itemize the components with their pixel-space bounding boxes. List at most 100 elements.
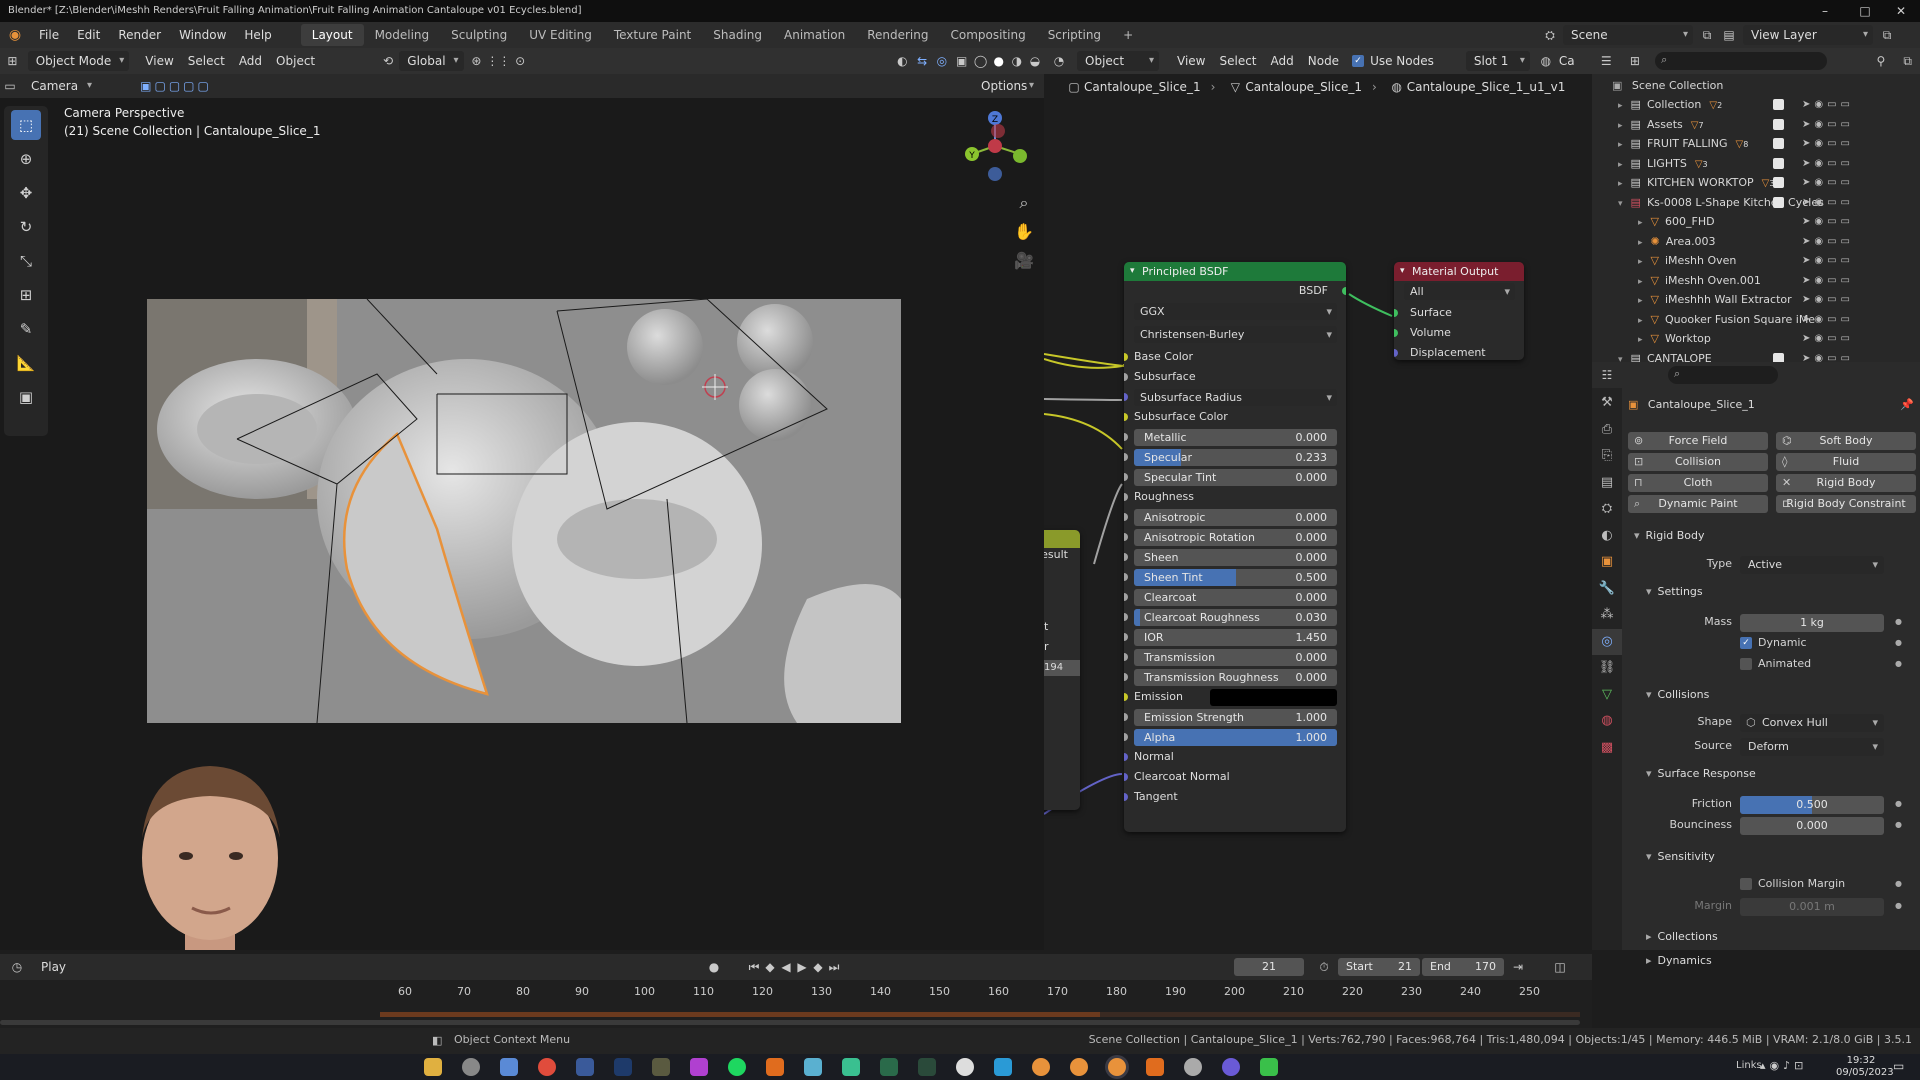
exclude-checkbox[interactable] bbox=[1773, 196, 1784, 208]
view-layer-tab-icon[interactable]: ▤ bbox=[1592, 470, 1622, 497]
emission-color-swatch[interactable] bbox=[1210, 689, 1337, 706]
expand-toggle-icon[interactable]: ▾ bbox=[1618, 199, 1623, 209]
bsdf-value-field[interactable]: IOR 1.450 bbox=[1134, 629, 1337, 646]
constraints-tab-icon[interactable]: ⛓ bbox=[1592, 655, 1622, 682]
bsdf-input-socket[interactable] bbox=[1124, 593, 1128, 601]
visibility-toggles-icon[interactable]: ➤◉▭▭ bbox=[1802, 310, 1854, 329]
menu-file[interactable]: File bbox=[30, 22, 68, 48]
calculator-icon[interactable] bbox=[500, 1058, 518, 1076]
outliner-item[interactable]: ▸ ▽ iMeshh Oven.001 ➤◉▭▭ bbox=[1592, 271, 1862, 290]
bsdf-input-row[interactable]: Sheen Tint 0.500 bbox=[1124, 567, 1346, 587]
visibility-toggles-icon[interactable]: ➤◉▭▭ bbox=[1802, 154, 1854, 173]
scene-tab-icon[interactable]: ⛭ bbox=[1592, 496, 1622, 523]
outliner-search-input[interactable]: ⌕ bbox=[1655, 52, 1827, 70]
collections-subpanel-header[interactable]: ▸ Collections bbox=[1646, 930, 1718, 943]
solid-shading-icon[interactable]: ● bbox=[990, 54, 1008, 68]
mode-selector[interactable]: Object Mode bbox=[27, 51, 130, 71]
filter-icon[interactable]: ⚲ bbox=[1867, 54, 1896, 68]
chrome-icon[interactable] bbox=[538, 1058, 556, 1076]
visibility-toggles-icon[interactable]: ➤◉▭▭ bbox=[1802, 349, 1854, 363]
app-icon-9[interactable] bbox=[994, 1058, 1012, 1076]
display-mode-icon[interactable]: ⊞ bbox=[1621, 54, 1650, 68]
material-shading-icon[interactable]: ◑ bbox=[1008, 54, 1026, 68]
transform-tool-icon[interactable]: ⊞ bbox=[11, 280, 41, 310]
collision-shape-select[interactable]: ⬡ Convex Hull bbox=[1740, 714, 1884, 732]
vlc-icon[interactable] bbox=[1146, 1058, 1164, 1076]
bsdf-select-field[interactable]: Subsurface Radius bbox=[1134, 389, 1337, 406]
overlays-icon[interactable]: ◎ bbox=[932, 54, 952, 68]
taskbar-clock[interactable]: 19:32 09/05/2023 bbox=[1836, 1055, 1894, 1079]
prev-keyframe-icon[interactable]: ◆ bbox=[762, 960, 778, 974]
bsdf-value-field[interactable]: Specular 0.233 bbox=[1134, 449, 1337, 466]
app-icon-10[interactable] bbox=[1184, 1058, 1202, 1076]
notification-icon[interactable]: ▭ bbox=[1893, 1059, 1904, 1073]
outliner[interactable]: ▣ Scene Collection ▸ ▤ Collection ▽2 ➤◉▭▭ ▸ ▤ A… bbox=[1592, 74, 1920, 362]
exclude-checkbox[interactable] bbox=[1773, 157, 1784, 169]
rigid-body-panel-header[interactable]: ▾ Rigid Body bbox=[1634, 529, 1705, 542]
bsdf-input-row[interactable]: Subsurface bbox=[1124, 367, 1346, 387]
play-icon[interactable]: ▶ bbox=[794, 960, 810, 974]
tab-shading[interactable]: Shading bbox=[702, 24, 773, 46]
viewport-menu-view[interactable]: View bbox=[138, 51, 180, 71]
bsdf-input-socket[interactable] bbox=[1124, 773, 1128, 781]
output-target-select[interactable]: All bbox=[1404, 283, 1515, 300]
bsdf-value-field[interactable]: Anisotropic Rotation 0.000 bbox=[1134, 529, 1337, 546]
rotate-tool-icon[interactable]: ↻ bbox=[11, 212, 41, 242]
expand-toggle-icon[interactable]: ▸ bbox=[1638, 277, 1643, 287]
visibility-toggles-icon[interactable]: ➤◉▭▭ bbox=[1802, 115, 1854, 134]
bsdf-input-row[interactable]: Subsurface Radius bbox=[1124, 387, 1346, 407]
surface-socket[interactable] bbox=[1394, 309, 1398, 317]
bsdf-input-row[interactable]: Specular 0.233 bbox=[1124, 447, 1346, 467]
visibility-icon[interactable]: ◐ bbox=[892, 54, 912, 68]
outliner-item[interactable]: ▸ ▤ FRUIT FALLING ▽8 ➤◉▭▭ bbox=[1592, 134, 1862, 153]
menu-window[interactable]: Window bbox=[170, 22, 235, 48]
proportional-edit-icon[interactable]: ⊙ bbox=[510, 54, 530, 68]
add-workspace-button[interactable]: + bbox=[1112, 24, 1144, 46]
record-icon[interactable]: ● bbox=[702, 960, 726, 974]
displacement-socket[interactable] bbox=[1394, 349, 1398, 357]
outliner-item[interactable]: ▸ ▤ LIGHTS ▽3 ➤◉▭▭ bbox=[1592, 154, 1862, 173]
expand-toggle-icon[interactable]: ▸ bbox=[1638, 296, 1643, 306]
tab-scripting[interactable]: Scripting bbox=[1037, 24, 1112, 46]
bsdf-output-socket[interactable] bbox=[1342, 287, 1346, 295]
outliner-item[interactable]: ▸ ▤ KITCHEN WORKTOP ▽3 ➤◉▭▭ bbox=[1592, 173, 1862, 192]
pin-icon[interactable]: 📌 bbox=[1900, 398, 1914, 411]
options-menu[interactable]: Options bbox=[973, 76, 1039, 96]
timeline-type-icon[interactable]: ◷ bbox=[0, 960, 34, 974]
expand-toggle-icon[interactable]: ▸ bbox=[1638, 218, 1643, 228]
material-output-node[interactable]: ▾ Material Output All Surface Volume Dis… bbox=[1394, 262, 1524, 360]
particles-tab-icon[interactable]: ⁂ bbox=[1592, 602, 1622, 629]
expand-toggle-icon[interactable]: ▸ bbox=[1618, 160, 1623, 170]
material-tab-icon[interactable]: ◍ bbox=[1592, 708, 1622, 735]
outliner-item[interactable]: ▾ ▤ Ks-0008 L-Shape Kitchen Cycles ➤◉▭▭ bbox=[1592, 193, 1862, 212]
bsdf-value-field[interactable]: Specular Tint 0.000 bbox=[1134, 469, 1337, 486]
bsdf-value-field[interactable]: Transmission 0.000 bbox=[1134, 649, 1337, 666]
gizmo-toggle-icon[interactable]: ⇆ bbox=[912, 54, 932, 68]
select-box-tool-icon[interactable]: ⬚ bbox=[11, 110, 41, 140]
texture-tab-icon[interactable]: ▩ bbox=[1592, 735, 1622, 762]
tab-layout[interactable]: Layout bbox=[300, 24, 364, 46]
app-icon-4[interactable] bbox=[690, 1058, 708, 1076]
pan-hand-icon[interactable]: ✋ bbox=[1010, 217, 1038, 246]
mass-field[interactable]: 1 kg bbox=[1740, 614, 1884, 632]
material-browse-icon[interactable]: ◍ bbox=[1533, 54, 1559, 68]
app-icon-2[interactable] bbox=[576, 1058, 594, 1076]
bsdf-value-field[interactable]: Anisotropic 0.000 bbox=[1134, 509, 1337, 526]
expand-toggle-icon[interactable]: ▸ bbox=[1618, 140, 1623, 150]
surface-response-subpanel-header[interactable]: ▾ Surface Response bbox=[1646, 767, 1756, 780]
navigation-gizmo[interactable]: Z Y bbox=[950, 106, 1030, 186]
substance-painter-icon[interactable] bbox=[918, 1058, 936, 1076]
snap-icon[interactable]: ⋮⋮ bbox=[486, 54, 510, 68]
gizmo-neg-z-axis[interactable] bbox=[988, 167, 1002, 181]
viewport-menu-add[interactable]: Add bbox=[232, 51, 269, 71]
bounciness-slider[interactable]: 0.000 bbox=[1740, 817, 1884, 835]
camera-view-frame[interactable] bbox=[147, 299, 901, 723]
node-menu-add[interactable]: Add bbox=[1264, 51, 1301, 71]
add-cube-tool-icon[interactable]: ▣ bbox=[11, 382, 41, 412]
data-tab-icon[interactable]: ▽ bbox=[1592, 682, 1622, 709]
visibility-toggles-icon[interactable]: ➤◉▭▭ bbox=[1802, 173, 1854, 192]
start-frame-field[interactable]: Start 21 bbox=[1338, 958, 1420, 976]
move-tool-icon[interactable]: ✥ bbox=[11, 178, 41, 208]
jump-start-icon[interactable]: ⏮ bbox=[746, 960, 762, 975]
bsdf-value-field[interactable]: Alpha 1.000 bbox=[1134, 729, 1337, 746]
